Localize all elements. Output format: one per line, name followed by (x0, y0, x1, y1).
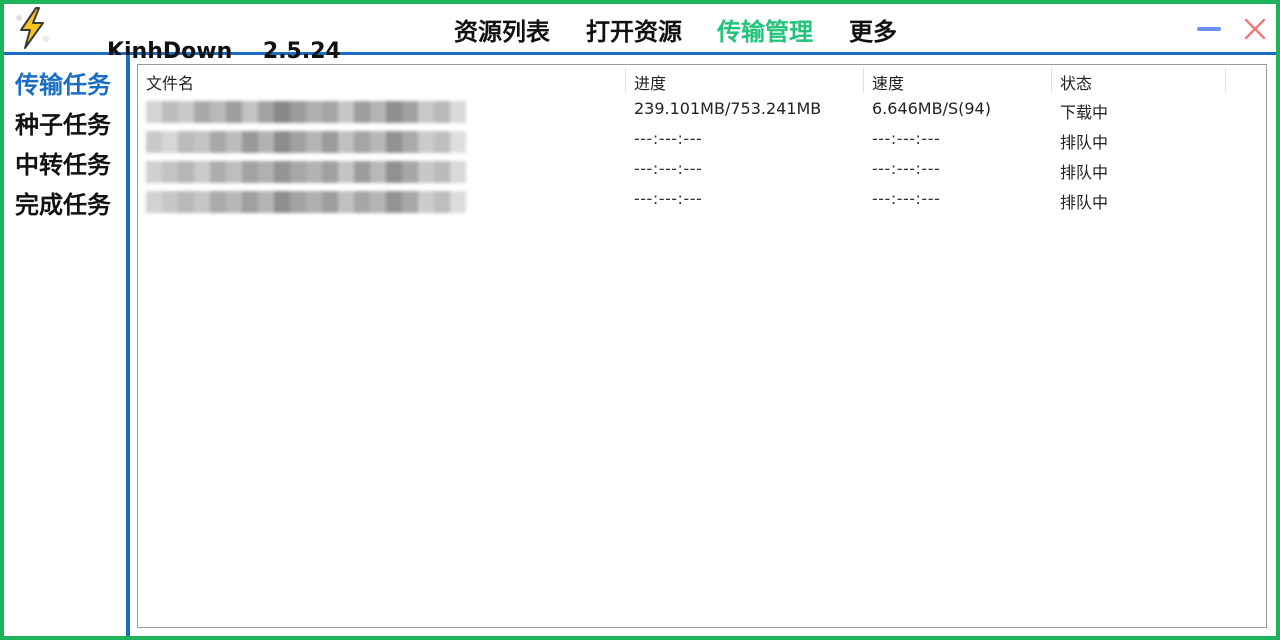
status-cell: 排队中 (1060, 193, 1109, 212)
column-header-speed[interactable]: 速度 (872, 70, 904, 94)
app-version: 2.5.24 (262, 39, 341, 64)
lightning-logo-icon (10, 6, 54, 50)
blurred-filename (146, 101, 466, 123)
blurred-filename (146, 131, 466, 153)
table-row[interactable]: 239.101MB/753.241MB 6.646MB/S(94) 下载中 (138, 95, 1266, 125)
transfer-table: 文件名 进度 速度 状态 239.101MB/753.241MB 6.646MB… (137, 64, 1267, 628)
progress-cell: ---:---:--- (634, 189, 703, 208)
sidebar: 传输任务 种子任务 中转任务 完成任务 (4, 55, 130, 636)
minimize-icon[interactable] (1195, 16, 1223, 40)
table-header: 文件名 进度 速度 状态 (138, 65, 1266, 95)
nav-resource-list[interactable]: 资源列表 (454, 12, 550, 47)
speed-cell: 6.646MB/S(94) (872, 99, 991, 118)
status-cell: 下载中 (1060, 103, 1109, 122)
table-row[interactable]: ---:---:--- ---:---:--- 排队中 (138, 185, 1266, 215)
table-row[interactable]: ---:---:--- ---:---:--- 排队中 (138, 125, 1266, 155)
nav-more[interactable]: 更多 (849, 12, 897, 47)
table-row[interactable]: ---:---:--- ---:---:--- 排队中 (138, 155, 1266, 185)
column-header-progress[interactable]: 进度 (634, 70, 666, 94)
progress-cell: ---:---:--- (634, 129, 703, 148)
column-divider[interactable] (1225, 67, 1226, 93)
column-divider[interactable] (625, 67, 626, 93)
sidebar-item-relay-tasks[interactable]: 中转任务 (15, 145, 111, 180)
speed-cell: ---:---:--- (872, 129, 941, 148)
nav-transfer-management[interactable]: 传输管理 (717, 12, 813, 47)
close-icon[interactable] (1242, 16, 1268, 42)
progress-cell: 239.101MB/753.241MB (634, 99, 822, 118)
blurred-filename (146, 161, 466, 183)
speed-cell: ---:---:--- (872, 159, 941, 178)
sidebar-item-transfer-tasks[interactable]: 传输任务 (15, 65, 111, 100)
progress-cell: ---:---:--- (634, 159, 703, 178)
column-header-status[interactable]: 状态 (1060, 70, 1092, 94)
nav-open-resource[interactable]: 打开资源 (586, 12, 682, 47)
blurred-filename (146, 191, 466, 213)
status-cell: 排队中 (1060, 163, 1109, 182)
speed-cell: ---:---:--- (872, 189, 941, 208)
column-header-filename[interactable]: 文件名 (146, 70, 194, 94)
status-cell: 排队中 (1060, 133, 1109, 152)
column-divider[interactable] (1051, 67, 1052, 93)
app-window: KinhDown 2.5.24 资源列表 打开资源 传输管理 更多 传输任务 种… (0, 0, 1280, 640)
title-bar: KinhDown 2.5.24 资源列表 打开资源 传输管理 更多 (4, 4, 1276, 64)
column-divider[interactable] (863, 67, 864, 93)
sidebar-item-completed-tasks[interactable]: 完成任务 (15, 185, 111, 220)
sidebar-item-torrent-tasks[interactable]: 种子任务 (15, 105, 111, 140)
